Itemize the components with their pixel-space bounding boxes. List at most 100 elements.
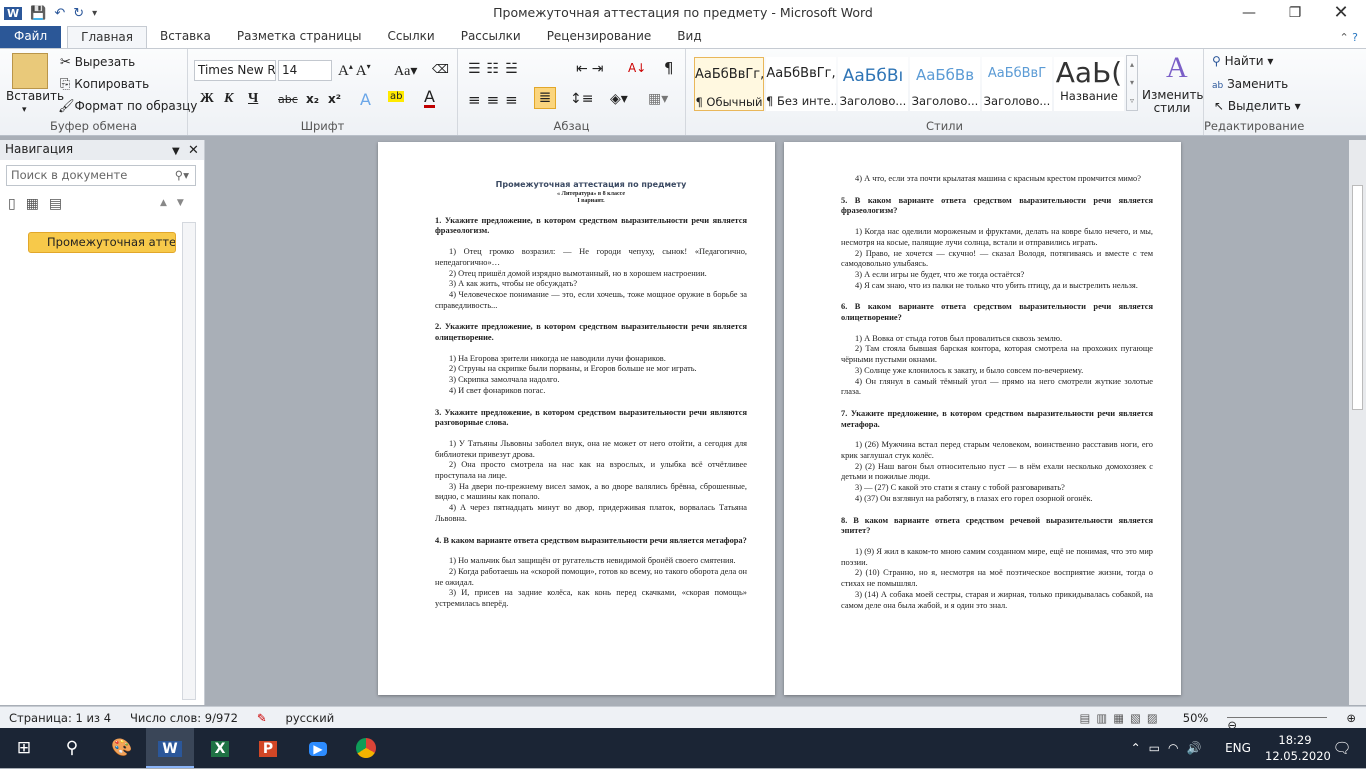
- ribbon-controls[interactable]: ⌃ ?: [1331, 28, 1366, 48]
- change-case-icon[interactable]: Aa▾: [394, 63, 417, 80]
- input-language[interactable]: ENG: [1214, 728, 1262, 768]
- italic-button[interactable]: К: [224, 91, 234, 107]
- nav-search-input[interactable]: Поиск в документе ⚲▾: [6, 165, 196, 186]
- copy-label: Копировать: [74, 77, 150, 91]
- zoom-level[interactable]: 50%: [1183, 711, 1209, 725]
- word-taskbar-icon[interactable]: W: [146, 728, 194, 768]
- superscript-icon[interactable]: x²: [328, 92, 341, 106]
- sort-icon[interactable]: A↓: [628, 61, 646, 75]
- paste-icon[interactable]: [12, 53, 48, 89]
- list-buttons[interactable]: ☰☷☱: [468, 61, 524, 77]
- font-group: Times New Ro 14 A▴ A▾ Aa▾ ⌫ Ж К Ч abc x₂…: [188, 49, 458, 135]
- tab-view[interactable]: Вид: [664, 26, 714, 48]
- tab-home[interactable]: Главная: [67, 26, 147, 48]
- search-icon[interactable]: ⚲: [48, 728, 96, 768]
- style-0[interactable]: АаБбВвГг, ¶ Обычный: [694, 57, 764, 111]
- style-4[interactable]: АаБбВвГ Заголово...: [982, 57, 1052, 111]
- style-1[interactable]: АаБбВвГг, ¶ Без инте...: [766, 57, 836, 111]
- change-styles-button[interactable]: Изменить стили: [1142, 89, 1204, 115]
- select-button[interactable]: ↖ Выделить ▾: [1214, 99, 1301, 113]
- word-count[interactable]: Число слов: 9/972: [130, 711, 238, 725]
- restore-button[interactable]: ❐: [1272, 0, 1318, 26]
- view-buttons[interactable]: ▤▥▦▧▨: [1079, 711, 1163, 725]
- document-page-1[interactable]: Промежуточная аттестация по предмету « Л…: [378, 142, 775, 695]
- tab-mailings[interactable]: Рассылки: [448, 26, 534, 48]
- help-icon[interactable]: ?: [1352, 31, 1358, 44]
- pane-options-icon[interactable]: ▼: [172, 142, 180, 161]
- chrome-icon[interactable]: [342, 728, 390, 768]
- tab-references[interactable]: Ссылки: [375, 26, 448, 48]
- zoom-slider[interactable]: ⊖: [1227, 717, 1328, 732]
- nav-prev-next[interactable]: ▲▼: [160, 198, 194, 208]
- nav-scrollbar[interactable]: [182, 222, 196, 700]
- tab-insert[interactable]: Вставка: [147, 26, 224, 48]
- font-color-icon[interactable]: A: [424, 89, 435, 108]
- answer-option: 4) И свет фонариков погас.: [449, 385, 546, 395]
- replace-icon: ab: [1212, 81, 1224, 91]
- search-icon[interactable]: ⚲▾: [175, 166, 189, 185]
- tab-file[interactable]: Файл: [0, 26, 62, 48]
- text-effects-icon[interactable]: A: [360, 90, 371, 109]
- answer-option: 3) (14) А собака моей сестры, старая и ж…: [841, 589, 1153, 610]
- nav-view-tabs[interactable]: ▯▦▤: [8, 196, 72, 212]
- style-5[interactable]: АаЬ(Название: [1054, 57, 1124, 111]
- font-name-select[interactable]: Times New Ro: [194, 60, 276, 81]
- clear-format-icon[interactable]: ⌫: [432, 62, 449, 76]
- start-icon[interactable]: ⊞: [0, 728, 48, 768]
- style-name: Заголово...: [839, 94, 907, 108]
- style-2[interactable]: АаБбВı Заголово...: [838, 57, 908, 111]
- subscript-icon[interactable]: x₂: [306, 92, 319, 106]
- style-3[interactable]: АаБбВв Заголово...: [910, 57, 980, 111]
- document-variant: I вариант.: [577, 197, 605, 204]
- tab-page-layout[interactable]: Разметка страницы: [224, 26, 375, 48]
- language[interactable]: русский: [286, 711, 335, 725]
- save-icon[interactable]: 💾: [30, 6, 46, 21]
- tray-icons[interactable]: ⌃▭◠🔊: [1115, 728, 1225, 768]
- shading-icon[interactable]: ◈▾: [610, 91, 628, 107]
- format-painter-button[interactable]: 🖌Формат по образцу: [58, 99, 197, 114]
- style-name: ¶ Без инте...: [766, 94, 836, 108]
- close-button[interactable]: ✕: [1318, 0, 1364, 26]
- zoom-in-icon[interactable]: ⊕: [1346, 711, 1356, 725]
- minimize-button[interactable]: —: [1226, 0, 1272, 26]
- notifications-icon[interactable]: 🗨: [1318, 728, 1366, 768]
- clock[interactable]: 18:29 12.05.2020: [1265, 732, 1331, 764]
- tab-review[interactable]: Рецензирование: [534, 26, 665, 48]
- strikethrough-icon[interactable]: abc: [278, 93, 298, 106]
- paste-button[interactable]: Вставить: [6, 89, 64, 103]
- answer-option: 1) Когда нас оделили мороженым и фруктам…: [841, 227, 1153, 247]
- bold-button[interactable]: Ж: [200, 91, 214, 107]
- font-size-select[interactable]: 14: [278, 60, 332, 81]
- excel-icon[interactable]: X: [196, 728, 244, 768]
- styles-scroll[interactable]: ▴ ▾ ▿: [1126, 55, 1138, 111]
- nav-heading-item[interactable]: Промежуточная аттес...: [28, 232, 176, 253]
- find-button[interactable]: ⚲ Найти ▾: [1212, 54, 1273, 68]
- answer-option: 3) А если игры не будет, что же тогда ос…: [855, 269, 1025, 279]
- close-pane-icon[interactable]: ✕: [188, 141, 199, 160]
- vertical-scrollbar[interactable]: [1349, 140, 1366, 705]
- answer-option: 1) На Егорова зрители никогда не наводил…: [449, 353, 666, 363]
- undo-icon[interactable]: ↶: [54, 6, 65, 21]
- proofing-icon[interactable]: ✎: [257, 711, 267, 725]
- line-spacing-icon[interactable]: ↕≡: [570, 91, 593, 107]
- redo-icon[interactable]: ↻: [73, 6, 84, 21]
- zoom-app-icon[interactable]: ▶: [294, 728, 342, 768]
- justify-button[interactable]: ≣: [534, 87, 556, 109]
- pilcrow-icon[interactable]: ¶: [664, 59, 674, 77]
- replace-button[interactable]: ab Заменить: [1212, 77, 1288, 91]
- cut-button[interactable]: ✂ Вырезать: [60, 55, 135, 70]
- underline-button[interactable]: Ч: [248, 91, 258, 107]
- paint-icon[interactable]: 🎨: [98, 728, 146, 768]
- paste-dropdown-icon[interactable]: ▾: [22, 105, 27, 115]
- borders-icon[interactable]: ▦▾: [648, 91, 668, 107]
- customize-toolbar-icon[interactable]: ▾: [92, 8, 97, 19]
- scroll-thumb[interactable]: [1352, 185, 1363, 410]
- highlight-icon[interactable]: ab: [388, 91, 405, 102]
- copy-button[interactable]: ⎘ Копировать: [60, 77, 149, 92]
- page-count[interactable]: Страница: 1 из 4: [9, 711, 111, 725]
- document-page-2[interactable]: 4) А что, если эта почти крылатая машина…: [784, 142, 1181, 695]
- powerpoint-icon[interactable]: P: [244, 728, 292, 768]
- grow-font-icon[interactable]: A▴ A▾: [338, 62, 371, 80]
- indent-buttons[interactable]: ⇤⇥: [576, 61, 607, 77]
- align-buttons[interactable]: ≡≡≡: [468, 91, 524, 109]
